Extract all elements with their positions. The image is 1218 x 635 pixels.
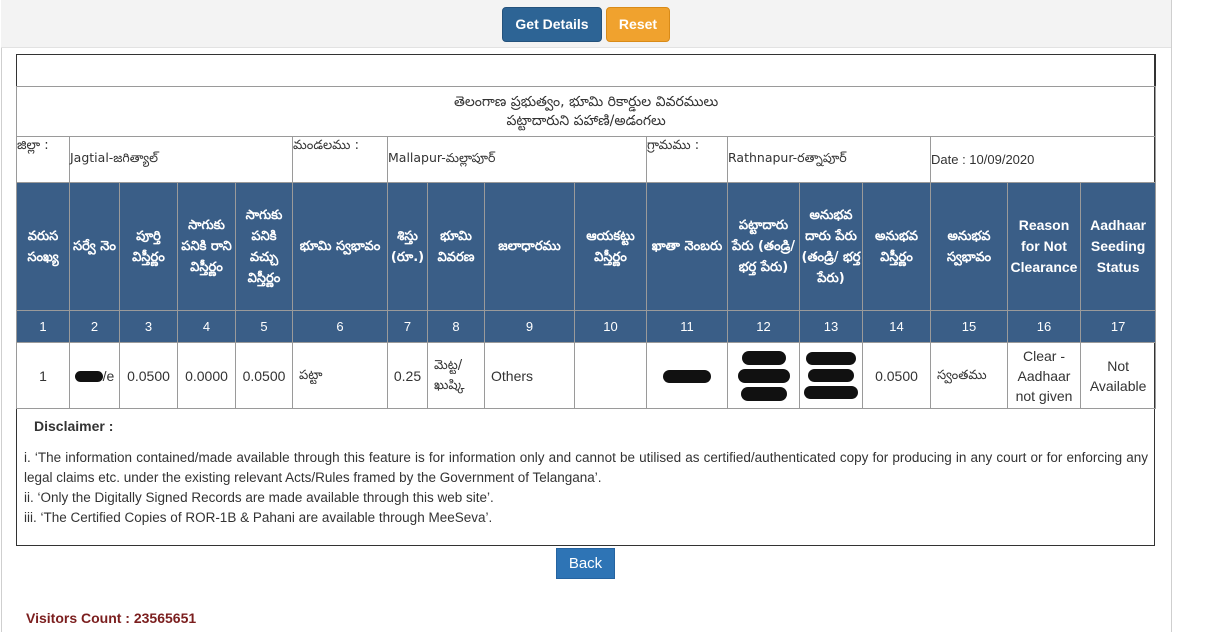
reset-button[interactable]: Reset (606, 7, 670, 42)
redacted-survey-number (74, 371, 103, 383)
col-number: 15 (930, 310, 1008, 343)
col-header: పూర్తి విస్తీర్ణం (119, 182, 178, 311)
water-source-cell: Others (484, 342, 575, 409)
location-info-row: జిల్లా : Jagtial-జగిత్యాల్ మండలము : Mall… (16, 136, 1157, 183)
disclaimer: Disclaimer : i. ‘The information contain… (24, 416, 1148, 528)
blank-header-row (15, 54, 1157, 87)
pattadar-name-cell (727, 342, 800, 409)
redacted-pattadar-name (740, 386, 787, 401)
ayacut-extent-cell (574, 342, 647, 409)
mandal-value: Mallapur-మల్లాపూర్ (387, 136, 647, 183)
column-header-row: వరుస సంఖ్య సర్వే నెం పూర్తి విస్తీర్ణం స… (16, 182, 1157, 311)
col-number: 2 (69, 310, 120, 343)
col-number: 1 (16, 310, 70, 343)
col-header: వరుస సంఖ్య (16, 182, 70, 311)
col-number: 8 (427, 310, 485, 343)
table-row: 1 /e 0.0500 0.0000 0.0500 పట్టా 0.25 మెట… (16, 342, 1157, 409)
column-number-row: 1 2 3 4 5 6 7 8 9 10 11 12 13 14 15 16 1… (16, 310, 1157, 343)
col-header: ఆయకట్టు విస్తీర్ణం (574, 182, 647, 311)
tax-cell: 0.25 (387, 342, 428, 409)
total-extent-cell: 0.0500 (119, 342, 178, 409)
col-number: 6 (292, 310, 388, 343)
col-header: Aadhaar Seeding Status (1079, 182, 1157, 311)
col-number: 12 (727, 310, 800, 343)
uncultivable-extent-cell: 0.0000 (177, 342, 236, 409)
col-header: అనుభవ దారు పేరు (తండ్రి/ భర్త పేరు) (799, 182, 863, 311)
col-header: సాగుకు పనికి వచ్చు విస్తీర్ణం (235, 182, 293, 311)
district-label: జిల్లా : (16, 136, 70, 183)
village-value: Rathnapur-రత్నాపూర్ (727, 136, 931, 183)
disclaimer-title: Disclaimer : (34, 418, 114, 434)
survey-number-cell: /e (69, 342, 120, 409)
col-header: Reason for Not Clearance (1007, 182, 1081, 311)
col-number: 4 (177, 310, 236, 343)
redacted-occupant-name (804, 386, 858, 399)
disclaimer-line: i. ‘The information contained/made avail… (24, 450, 1148, 485)
col-header: ఖాతా నెంబరు (646, 182, 728, 311)
district-value: Jagtial-జగిత్యాల్ (69, 136, 293, 183)
enjoyment-extent-cell: 0.0500 (862, 342, 931, 409)
col-number: 16 (1007, 310, 1081, 343)
col-header: జలాధారము (484, 182, 575, 311)
get-details-button[interactable]: Get Details (502, 7, 602, 42)
disclaimer-line: ii. ‘Only the Digitally Signed Records a… (24, 490, 494, 505)
cultivable-extent-cell: 0.0500 (235, 342, 293, 409)
occupant-name-cell (799, 342, 863, 409)
redacted-occupant-name (808, 369, 854, 382)
report-subtitle: పట్టాదారుని పహాణి/అడంగలు (506, 112, 666, 129)
land-nature-cell: పట్టా (292, 342, 388, 409)
col-header: అనుభవ స్వభావం (930, 182, 1008, 311)
col-header: భూమి వివరణ (427, 182, 485, 311)
col-number: 14 (862, 310, 931, 343)
col-header: అనుభవ విస్తీర్ణం (862, 182, 931, 311)
reason-cell: Clear - Aadhaar not given (1007, 342, 1081, 409)
mandal-label: మండలము : (292, 136, 388, 183)
redacted-occupant-name (806, 352, 856, 365)
enjoyment-nature-cell: స్వంతము (930, 342, 1008, 409)
visitors-count: Visitors Count : 23565651 (26, 610, 197, 626)
search-toolbar: Get Details Reset (1, 0, 1171, 48)
serial-cell: 1 (16, 342, 70, 409)
disclaimer-line: iii. ‘The Certified Copies of ROR-1B & P… (24, 510, 493, 525)
col-number: 7 (387, 310, 428, 343)
col-number: 13 (799, 310, 863, 343)
village-label: గ్రామము : (646, 136, 728, 183)
col-header: సర్వే నెం (69, 182, 120, 311)
pahani-table: తెలంగాణ ప్రభుత్వం, భూమి రికార్డుల వివరము… (15, 54, 1157, 409)
col-header: శిస్తు (రూ.) (387, 182, 428, 311)
land-classification-cell: మెట్ట/ ఖుష్కి (427, 342, 485, 409)
survey-suffix: /e (102, 367, 115, 384)
report-title-row: తెలంగాణ ప్రభుత్వం, భూమి రికార్డుల వివరము… (15, 86, 1157, 137)
back-button[interactable]: Back (556, 548, 615, 579)
report-date: Date : 10/09/2020 (929, 136, 1157, 183)
aadhaar-status-cell: Not Available (1079, 342, 1157, 409)
col-header: భూమి స్వభావం (292, 182, 388, 311)
col-number: 11 (646, 310, 728, 343)
col-header: సాగుకు పనికి రాని విస్తీర్ణం (177, 182, 236, 311)
redacted-khata-number (663, 370, 711, 384)
khata-number-cell (646, 342, 728, 409)
col-number: 3 (119, 310, 178, 343)
report-title: తెలంగాణ ప్రభుత్వం, భూమి రికార్డుల వివరము… (453, 93, 719, 110)
col-number: 17 (1079, 310, 1157, 343)
redacted-pattadar-name (737, 368, 790, 383)
col-header: పట్టాదారు పేరు (తండ్రి/భర్త పేరు) (727, 182, 800, 311)
col-number: 10 (574, 310, 647, 343)
redacted-pattadar-name (741, 350, 786, 365)
col-number: 9 (484, 310, 575, 343)
col-number: 5 (235, 310, 293, 343)
